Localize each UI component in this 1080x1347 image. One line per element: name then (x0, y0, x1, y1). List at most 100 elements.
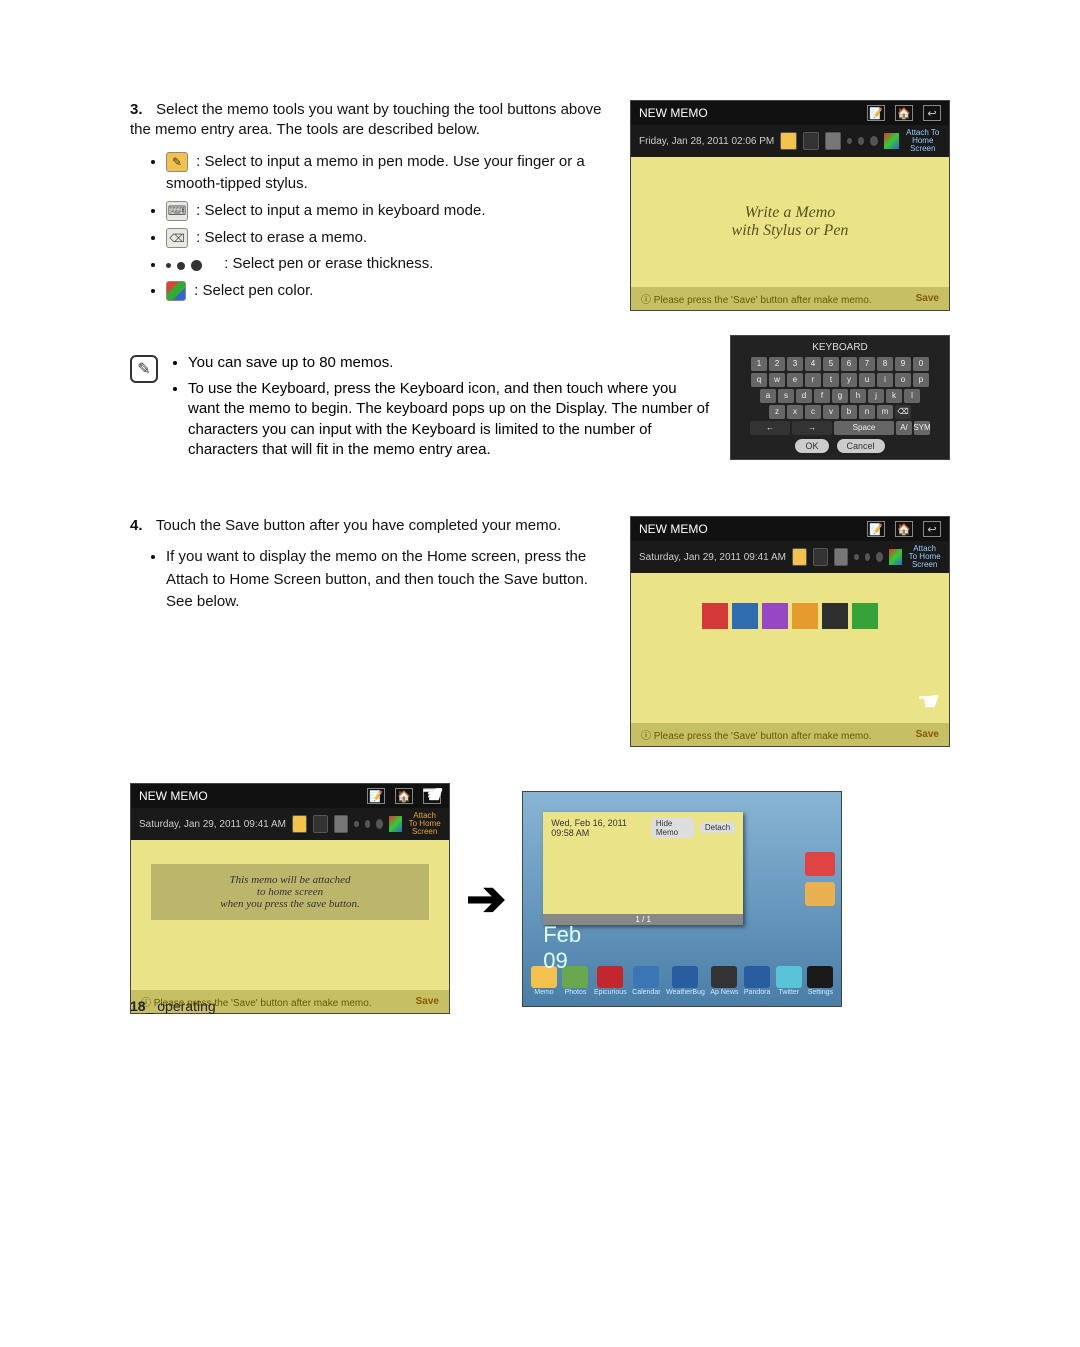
kbd-key-p[interactable]: p (913, 373, 929, 387)
home-icon[interactable]: 🏠 (895, 105, 913, 121)
dock-item-calendar[interactable]: Calendar (632, 966, 660, 996)
kbd-key-t[interactable]: t (823, 373, 839, 387)
home-icon[interactable]: 🏠 (895, 521, 913, 537)
kbd-key-q[interactable]: q (751, 373, 767, 387)
thick-large[interactable] (870, 136, 878, 146)
kbd-sym[interactable]: SYM (914, 421, 930, 435)
color-swatch-5[interactable] (852, 603, 878, 629)
kbd-button[interactable] (803, 132, 819, 150)
kbd-left[interactable]: ← (750, 421, 790, 435)
pen-button[interactable] (292, 815, 307, 833)
thick-small[interactable] (854, 554, 858, 560)
thick-large[interactable] (376, 819, 383, 829)
kbd-ok[interactable]: OK (795, 439, 828, 453)
dock-item-epicurious[interactable]: Epicurious (594, 966, 627, 996)
attach-home-button[interactable]: Attach To Home Screen (905, 129, 942, 153)
kbd-button[interactable] (813, 548, 828, 566)
kbd-space[interactable]: Space (834, 421, 894, 435)
kbd-key-o[interactable]: o (895, 373, 911, 387)
shot1-save-button[interactable]: Save (916, 293, 939, 304)
dock-item-weatherbug[interactable]: WeatherBug (666, 966, 705, 996)
kbd-key-v[interactable]: v (823, 405, 839, 419)
kbd-key-3[interactable]: 3 (787, 357, 803, 371)
shot3-save-button[interactable]: Save (416, 996, 439, 1007)
kbd-key-e[interactable]: e (787, 373, 803, 387)
kbd-key-1[interactable]: 1 (751, 357, 767, 371)
hide-memo-button[interactable]: Hide Memo (651, 818, 694, 838)
kbd-key-i[interactable]: i (877, 373, 893, 387)
kbd-key-n[interactable]: n (859, 405, 875, 419)
kbd-key-f[interactable]: f (814, 389, 830, 403)
kbd-key-l[interactable]: l (904, 389, 920, 403)
thick-med[interactable] (865, 553, 871, 561)
color-swatch-0[interactable] (702, 603, 728, 629)
shot2-save-button[interactable]: Save (916, 729, 939, 740)
color-swatch-3[interactable] (792, 603, 818, 629)
thick-large[interactable] (876, 552, 883, 562)
dock-item-pandora[interactable]: Pandora (744, 966, 770, 996)
shot1-memo-area[interactable]: Write a Memo with Stylus or Pen (631, 157, 949, 287)
kbd-button[interactable] (313, 815, 328, 833)
memo-list-icon[interactable]: 📝 (867, 105, 885, 121)
kbd-key-g[interactable]: g (832, 389, 848, 403)
kbd-backspace[interactable]: ⌫ (895, 405, 911, 419)
kbd-key-d[interactable]: d (796, 389, 812, 403)
kbd-key-r[interactable]: r (805, 373, 821, 387)
kbd-key-z[interactable]: z (769, 405, 785, 419)
back-icon[interactable]: ↩ (923, 521, 941, 537)
eraser-button[interactable] (825, 132, 841, 150)
color-swatch-2[interactable] (762, 603, 788, 629)
kbd-key-9[interactable]: 9 (895, 357, 911, 371)
kbd-key-w[interactable]: w (769, 373, 785, 387)
eraser-button[interactable] (334, 815, 349, 833)
kbd-a[interactable]: A/ (896, 421, 912, 435)
color-swatch-4[interactable] (822, 603, 848, 629)
kbd-key-7[interactable]: 7 (859, 357, 875, 371)
dock-item-settings[interactable]: Settings (807, 966, 833, 996)
attach-home-button-active[interactable]: Attach To Home Screen (408, 812, 441, 836)
color-button[interactable] (389, 816, 402, 832)
kbd-key-b[interactable]: b (841, 405, 857, 419)
kbd-key-u[interactable]: u (859, 373, 875, 387)
color-swatch-1[interactable] (732, 603, 758, 629)
eraser-button[interactable] (834, 548, 849, 566)
widget-1[interactable] (805, 852, 835, 876)
kbd-key-k[interactable]: k (886, 389, 902, 403)
kbd-key-8[interactable]: 8 (877, 357, 893, 371)
thick-small[interactable] (847, 138, 852, 144)
dock-item-twitter[interactable]: Twitter (776, 966, 802, 996)
kbd-key-h[interactable]: h (850, 389, 866, 403)
shot3-memo-area[interactable]: This memo will be attached to home scree… (131, 840, 449, 990)
thick-med[interactable] (858, 137, 864, 145)
kbd-key-0[interactable]: 0 (913, 357, 929, 371)
attach-home-button[interactable]: Attach To Home Screen (908, 545, 941, 569)
kbd-key-m[interactable]: m (877, 405, 893, 419)
kbd-key-s[interactable]: s (778, 389, 794, 403)
kbd-key-j[interactable]: j (868, 389, 884, 403)
kbd-key-5[interactable]: 5 (823, 357, 839, 371)
widget-2[interactable] (805, 882, 835, 906)
dock-item-ap news[interactable]: Ap News (710, 966, 738, 996)
memo-list-icon[interactable]: 📝 (367, 788, 385, 804)
kbd-key-6[interactable]: 6 (841, 357, 857, 371)
thick-med[interactable] (365, 820, 371, 828)
kbd-key-y[interactable]: y (841, 373, 857, 387)
kbd-key-4[interactable]: 4 (805, 357, 821, 371)
kbd-key-2[interactable]: 2 (769, 357, 785, 371)
back-icon[interactable]: ↩ (923, 105, 941, 121)
kbd-cancel[interactable]: Cancel (837, 439, 885, 453)
kbd-key-a[interactable]: a (760, 389, 776, 403)
kbd-key-c[interactable]: c (805, 405, 821, 419)
thick-small[interactable] (354, 821, 358, 827)
kbd-key-x[interactable]: x (787, 405, 803, 419)
home-icon[interactable]: 🏠 (395, 788, 413, 804)
kbd-right[interactable]: → (792, 421, 832, 435)
color-button[interactable] (884, 133, 898, 149)
pen-button[interactable] (780, 132, 796, 150)
color-button[interactable] (889, 549, 902, 565)
detach-button[interactable]: Detach (700, 822, 735, 833)
pen-button[interactable] (792, 548, 807, 566)
home-memo-widget[interactable]: Wed, Feb 16, 2011 09:58 AM Hide Memo Det… (543, 812, 743, 925)
shot2-memo-area[interactable]: ☚ (631, 573, 949, 723)
memo-list-icon[interactable]: 📝 (867, 521, 885, 537)
